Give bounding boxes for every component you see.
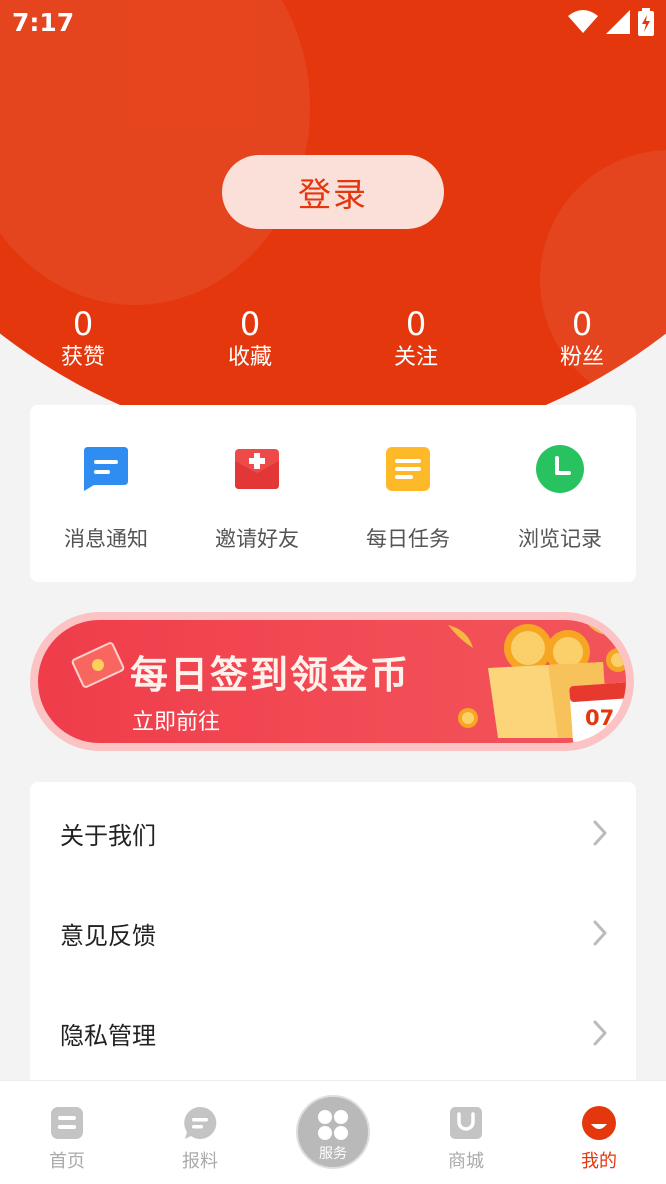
profile-face-icon — [582, 1106, 616, 1140]
stat-likes-value: 0 — [72, 305, 94, 343]
stat-fans-value: 0 — [571, 305, 593, 343]
task-note-icon — [386, 447, 430, 491]
status-time: 7:17 — [12, 8, 75, 37]
tab-home-label: 首页 — [49, 1151, 85, 1172]
message-icon — [84, 447, 128, 491]
menu-item-about[interactable]: 关于我们 — [30, 782, 636, 882]
banner-subtitle: 立即前往 — [132, 710, 221, 735]
tab-mall-label: 商城 — [448, 1151, 484, 1172]
status-bar: 7:17 — [0, 0, 666, 44]
quick-item-messages-label: 消息通知 — [64, 527, 148, 551]
battery-icon — [638, 8, 654, 36]
chat-bubble-icon — [184, 1106, 217, 1139]
home-icon — [51, 1107, 83, 1139]
menu-item-feedback[interactable]: 意见反馈 — [30, 882, 636, 982]
chevron-right-icon — [593, 920, 607, 946]
tab-report-label: 报料 — [182, 1151, 218, 1172]
tab-services-label: 服务 — [319, 1146, 347, 1162]
stat-favorites-label: 收藏 — [227, 345, 272, 370]
tab-services[interactable]: 服务 — [296, 1095, 370, 1169]
tab-report[interactable]: 报料 — [150, 1105, 250, 1173]
header-background — [0, 0, 666, 460]
quick-actions-card: 消息通知 邀请好友 每日任务 浏览记录 — [30, 405, 636, 582]
calendar-day: 07 — [585, 706, 615, 730]
tab-home[interactable]: 首页 — [17, 1105, 117, 1173]
chevron-right-icon — [593, 1020, 607, 1046]
stat-following-value: 0 — [405, 305, 427, 343]
menu-item-about-label: 关于我们 — [60, 822, 156, 850]
settings-menu: 关于我们 意见反馈 隐私管理 — [30, 782, 636, 1092]
shopping-bag-icon — [450, 1107, 482, 1139]
login-button[interactable]: 登录 — [222, 155, 444, 229]
stat-following[interactable]: 0 关注 — [356, 305, 476, 373]
stat-following-label: 关注 — [393, 345, 438, 370]
bottom-tab-bar: 首页 报料 服务 商城 我的 — [0, 1080, 666, 1184]
quick-item-invite-label: 邀请好友 — [215, 527, 299, 551]
stat-favorites-value: 0 — [239, 305, 261, 343]
services-grid-icon — [318, 1110, 348, 1140]
quick-item-history-label: 浏览记录 — [518, 527, 602, 551]
invite-envelope-icon — [235, 449, 279, 489]
quick-item-messages[interactable]: 消息通知 — [30, 443, 182, 553]
stat-favorites[interactable]: 0 收藏 — [190, 305, 310, 373]
stat-fans[interactable]: 0 粉丝 — [522, 305, 642, 373]
banner-title: 每日签到领金币 — [130, 653, 411, 697]
stat-likes[interactable]: 0 获赞 — [23, 305, 143, 373]
quick-item-history[interactable]: 浏览记录 — [484, 443, 636, 553]
quick-item-daily-task-label: 每日任务 — [366, 527, 450, 551]
chevron-right-icon — [593, 820, 607, 846]
checkin-banner[interactable]: 每日签到领金币 立即前往 07 — [30, 612, 634, 751]
menu-item-privacy[interactable]: 隐私管理 — [30, 982, 636, 1082]
tab-mall[interactable]: 商城 — [416, 1105, 516, 1173]
menu-item-feedback-label: 意见反馈 — [60, 922, 156, 950]
quick-item-invite[interactable]: 邀请好友 — [181, 443, 333, 553]
clock-icon — [536, 445, 584, 493]
tab-me[interactable]: 我的 — [549, 1105, 649, 1173]
red-envelope-icon — [71, 642, 125, 688]
quick-item-daily-task[interactable]: 每日任务 — [332, 443, 484, 553]
menu-item-privacy-label: 隐私管理 — [60, 1022, 156, 1050]
signal-icon — [606, 10, 630, 34]
stat-likes-label: 获赞 — [60, 345, 105, 370]
stat-fans-label: 粉丝 — [559, 345, 604, 370]
tab-me-label: 我的 — [581, 1151, 617, 1172]
wifi-icon — [568, 10, 598, 33]
